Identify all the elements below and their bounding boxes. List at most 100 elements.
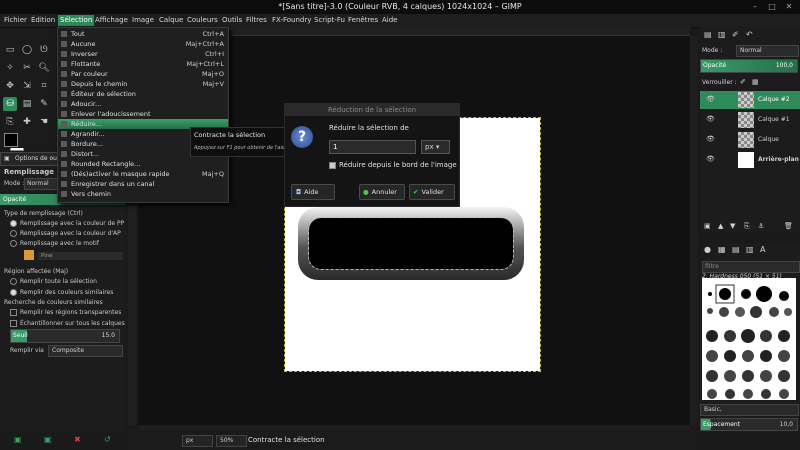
lower-layer-icon[interactable]: ▼ (730, 222, 735, 230)
layer-row[interactable]: 👁︎ Arrière-plan (700, 151, 800, 169)
close-icon[interactable]: ✕ (784, 2, 794, 12)
ok-button[interactable]: ✔ Valider (409, 184, 455, 200)
threshold-slider[interactable]: Seuil 15.0 (10, 329, 120, 343)
shrink-value-input[interactable]: 1 (329, 140, 416, 154)
menu-item[interactable]: Tout Ctrl+A (58, 29, 228, 39)
pencil-icon[interactable]: ✎ (37, 97, 51, 111)
check-sample-merged[interactable]: Échantillonner sur tous les calques (10, 320, 125, 327)
layer-opacity-slider[interactable]: Opacité 100,0 (700, 59, 798, 73)
align-icon[interactable]: ⇲ (20, 79, 34, 93)
anchor-layer-icon[interactable]: ⚓︎ (758, 222, 764, 230)
lasso-icon[interactable]: ᘎ (37, 43, 51, 57)
layer-row[interactable]: 👁︎ Calque #2 (700, 91, 800, 109)
menu-outils[interactable]: Outils (222, 16, 242, 24)
region-similar[interactable]: Remplir des couleurs similaires (10, 289, 113, 296)
unit-dropdown[interactable]: px ▾ (421, 140, 450, 154)
menu-couleurs[interactable]: Couleurs (187, 16, 218, 24)
move-icon[interactable]: ✥ (3, 79, 17, 93)
font-tab-icon[interactable]: A (760, 245, 765, 254)
fuzzy-select-icon[interactable]: ✧ (3, 61, 17, 75)
new-layer-icon[interactable]: ▣ (704, 222, 711, 230)
zoom-icon[interactable]: 🔍︎ (37, 61, 51, 75)
cancel-button[interactable]: ● Annuler (359, 184, 405, 200)
from-edge-checkbox[interactable]: Réduire depuis le bord de l'image (329, 161, 457, 169)
minimize-icon[interactable]: – (750, 2, 760, 12)
menu-item[interactable]: Éditeur de sélection (58, 89, 228, 99)
delete-layer-icon[interactable]: 🗑︎ (784, 222, 793, 230)
layer-row[interactable]: 👁︎ Calque #1 (700, 111, 800, 129)
heal-icon[interactable]: ✚ (20, 115, 34, 129)
maximize-icon[interactable]: □ (767, 2, 777, 12)
undo-tab-icon[interactable]: ↶ (746, 30, 753, 39)
brush-preset-select[interactable]: Basic, (700, 404, 799, 416)
tool-options-tab[interactable]: ▣ Options de ou (0, 152, 58, 166)
eye-icon[interactable]: 👁︎ (706, 135, 715, 143)
palette-tab-icon[interactable]: ▥ (746, 245, 754, 254)
menu-calque[interactable]: Calque (159, 16, 183, 24)
menu-item[interactable]: (Dés)activer le masque rapide Maj+Q (58, 169, 228, 179)
fill-type-bg[interactable]: Remplissage avec la couleur d'AP (10, 230, 121, 237)
menu-item[interactable]: Par couleur Maj+O (58, 69, 228, 79)
restore-options-icon[interactable]: ▣ (44, 435, 52, 444)
layer-row[interactable]: 👁︎ Calque (700, 131, 800, 149)
fg-color-swatch[interactable] (4, 133, 18, 147)
fill-via-select[interactable]: Composite (48, 345, 123, 357)
menu-fichier[interactable]: Fichier (4, 16, 27, 24)
pattern-swatch[interactable] (24, 250, 34, 260)
menu-aide[interactable]: Aide (382, 16, 397, 24)
unit-select[interactable]: px (182, 435, 213, 447)
menu-selection[interactable]: Sélection (58, 15, 95, 26)
duplicate-layer-icon[interactable]: ⎘ (744, 222, 750, 231)
paths-tab-icon[interactable]: ✐ (732, 30, 739, 39)
brush-tab-icon[interactable]: ● (704, 245, 711, 254)
scissors-icon[interactable]: ✂ (20, 61, 34, 75)
menu-edition[interactable]: Édition (31, 16, 55, 24)
bucket-fill-icon[interactable]: ⛁ (3, 97, 17, 111)
menu-item[interactable]: Enregistrer dans un canal (58, 179, 228, 189)
menu-item[interactable]: Depuis le chemin Maj+V (58, 79, 228, 89)
brush-grid[interactable] (702, 278, 796, 400)
reset-options-icon[interactable]: ↺ (104, 435, 111, 444)
fill-type-fg[interactable]: Remplissage avec la couleur de PP (10, 220, 124, 227)
menu-item[interactable]: Flottante Maj+Ctrl+L (58, 59, 228, 69)
eye-icon[interactable]: 👁︎ (706, 95, 715, 103)
smudge-icon[interactable]: ☚ (37, 115, 51, 129)
menu-affichage[interactable]: Affichage (95, 16, 128, 24)
menu-fx-foundry[interactable]: FX-Foundry (272, 16, 311, 24)
menu-item[interactable]: Adoucir... (58, 99, 228, 109)
menu-item[interactable]: Aucune Maj+Ctrl+A (58, 39, 228, 49)
raise-layer-icon[interactable]: ▲ (718, 222, 723, 230)
menu-item[interactable]: Vers chemin (58, 189, 228, 199)
menu-fenetres[interactable]: Fenêtres (348, 16, 378, 24)
menu-filtres[interactable]: Filtres (246, 16, 267, 24)
lock-alpha-icon[interactable]: ▦ (752, 78, 759, 86)
menu-script-fu[interactable]: Script-Fu (314, 16, 345, 24)
brush-filter-input[interactable]: filtre (702, 261, 800, 273)
save-options-icon[interactable]: ▣ (14, 435, 22, 444)
gradient-tab-icon[interactable]: ▤ (732, 245, 740, 254)
mode-select[interactable]: Normal (24, 178, 58, 190)
menu-item[interactable]: Enlever l'adoucissement (58, 109, 228, 119)
layers-tab-icon[interactable]: ▤ (704, 30, 712, 39)
zoom-select[interactable]: 50% (216, 435, 247, 447)
vertical-scrollbar[interactable] (690, 36, 698, 425)
delete-options-icon[interactable]: ✖ (74, 435, 81, 444)
clone-icon[interactable]: ⎘ (3, 115, 17, 129)
help-button[interactable]: ◘ Aide (291, 184, 335, 200)
rect-select-icon[interactable]: ▭ (3, 43, 17, 57)
crop-icon[interactable]: ⌗ (37, 79, 51, 93)
channels-tab-icon[interactable]: ▥ (718, 30, 726, 39)
horizontal-scrollbar[interactable] (138, 425, 690, 431)
menu-item[interactable]: Rounded Rectangle... (58, 159, 228, 169)
fill-type-pattern[interactable]: Remplissage avec le motif (10, 240, 99, 247)
eye-icon[interactable]: 👁︎ (706, 115, 715, 123)
menu-item[interactable]: Inverser Ctrl+I (58, 49, 228, 59)
lock-pixels-icon[interactable]: ✐ (740, 78, 746, 86)
menu-image[interactable]: Image (132, 16, 154, 24)
pattern-tab-icon[interactable]: ▦ (718, 245, 726, 254)
ellipse-select-icon[interactable]: ◯ (20, 43, 34, 57)
layer-mode-select[interactable]: Normal (736, 45, 799, 57)
spacing-slider[interactable]: Espacement 10,0 (700, 418, 798, 431)
gradient-icon[interactable]: ▤ (20, 97, 34, 111)
region-whole[interactable]: Remplir toute la sélection (10, 278, 97, 285)
